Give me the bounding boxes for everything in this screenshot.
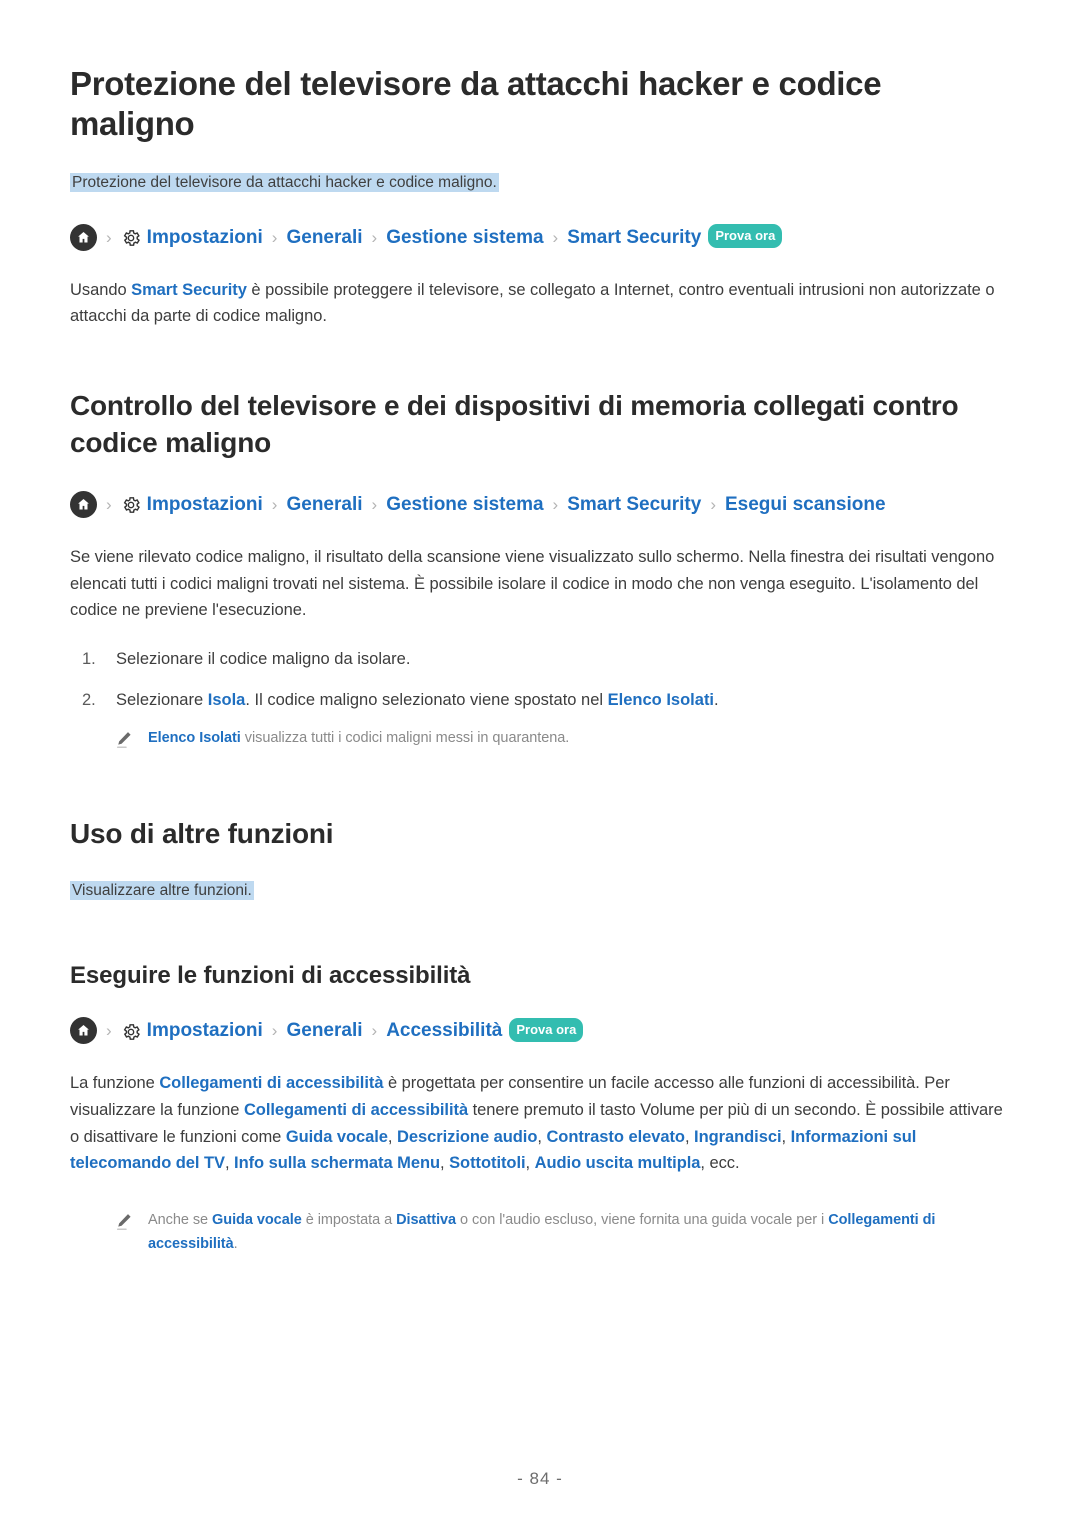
breadcrumb-separator-icon: › [271,1021,278,1041]
note-text: Elenco Isolati visualizza tutti i codici… [148,727,569,750]
breadcrumb-esegui-scansione[interactable]: › Impostazioni › Generali › Gestione sis… [70,490,1010,518]
breadcrumb-separator-icon: › [371,1021,378,1041]
list-item-text: Selezionare il codice maligno da isolare… [116,650,411,669]
paragraph-text-fragment: , [525,1154,535,1173]
breadcrumb-separator-icon: › [106,227,112,247]
note-text-fragment: o con l'audio escluso, viene fornita una… [456,1212,829,1229]
section-title-uso-altre-funzioni: Uso di altre funzioni [70,818,334,850]
home-icon[interactable] [70,223,97,251]
breadcrumb-item-gestione-sistema[interactable]: Gestione sistema [386,228,543,247]
list-marker: 2. [82,690,96,709]
link-isola[interactable]: Isola [208,691,246,709]
list-item-text-fragment: . [714,690,719,709]
note-text-fragment: . [233,1235,238,1252]
link-collegamenti-di-accessibilita[interactable]: Collegamenti di accessibilità [244,1101,468,1119]
manual-page: Protezione del televisore da attacchi ha… [0,0,1080,1527]
breadcrumb-separator-icon: › [371,227,378,247]
link-collegamenti-di-accessibilita[interactable]: Collegamenti di accessibilità [159,1074,383,1092]
paragraph-text-fragment: La funzione [70,1074,160,1093]
breadcrumb-separator-icon: › [552,227,559,247]
list-item-text-fragment: Selezionare [116,690,208,709]
breadcrumb-accessibilita[interactable]: › Impostazioni › Generali › Accessibilit… [70,1017,1010,1045]
breadcrumb-item-gestione-sistema[interactable]: Gestione sistema [386,495,543,514]
search-highlight-1: Protezione del televisore da attacchi ha… [70,172,499,192]
breadcrumb-separator-icon: › [271,227,278,247]
paragraph-text-fragment: , [684,1127,695,1146]
home-icon[interactable] [70,490,97,518]
steps-list: 1. Selezionare il codice maligno da isol… [70,646,1010,713]
paragraph-text-fragment: , [224,1154,235,1173]
gear-icon [121,228,142,249]
link-ingrandisci[interactable]: Ingrandisci [694,1128,782,1146]
link-disattiva[interactable]: Disattiva [396,1212,456,1228]
paragraph-accessibilita: La funzione Collegamenti di accessibilit… [70,1070,1010,1177]
breadcrumb-item-impostazioni[interactable]: Impostazioni [147,1021,263,1040]
paragraph-scansione: Se viene rilevato codice maligno, il ris… [70,547,995,620]
breadcrumb-smart-security[interactable]: › Impostazioni › Generali › Gestione sis… [70,223,1010,251]
link-contrasto-elevato[interactable]: Contrasto elevato [546,1128,685,1146]
paragraph-text-fragment: , [440,1154,450,1173]
breadcrumb-item-generali[interactable]: Generali [286,1021,362,1040]
section-title-controllo: Controllo del televisore e dei dispositi… [70,390,959,458]
paragraph-text-fragment: , ecc. [700,1154,740,1173]
link-guida-vocale[interactable]: Guida vocale [212,1212,302,1228]
link-descrizione-audio[interactable]: Descrizione audio [397,1128,537,1146]
link-audio-uscita-multipla[interactable]: Audio uscita multipla [535,1154,701,1172]
list-item: 2. Selezionare Isola. Il codice maligno … [70,687,1010,713]
note-text-fragment: è impostata a [301,1212,397,1229]
link-elenco-isolati[interactable]: Elenco Isolati [608,691,714,709]
breadcrumb-separator-icon: › [371,494,378,514]
note-text-fragment: Anche se [148,1212,213,1229]
gear-icon [121,1021,142,1042]
link-guida-vocale[interactable]: Guida vocale [286,1128,388,1146]
breadcrumb-item-generali[interactable]: Generali [286,495,362,514]
try-now-badge[interactable]: Prova ora [509,1017,584,1042]
paragraph-smart-security: Usando Smart Security è possibile proteg… [70,277,1010,330]
section-title-accessibilita: Eseguire le funzioni di accessibilità [70,962,471,990]
list-item: 1. Selezionare il codice maligno da isol… [70,646,1010,672]
pencil-icon [114,730,134,750]
link-info-sulla-schermata-menu[interactable]: Info sulla schermata Menu [234,1154,440,1172]
paragraph-text-fragment: , [781,1127,791,1146]
gear-icon [121,495,142,516]
try-now-badge[interactable]: Prova ora [708,224,783,249]
note-text-fragment: visualizza tutti i codici maligni messi … [240,729,570,746]
note-elenco-isolati: Elenco Isolati visualizza tutti i codici… [70,727,1010,750]
page-title: Protezione del televisore da attacchi ha… [70,65,882,143]
list-marker: 1. [82,650,96,669]
breadcrumb-item-accessibilita[interactable]: Accessibilità [386,1021,502,1040]
breadcrumb-item-esegui-scansione[interactable]: Esegui scansione [725,495,886,514]
paragraph-text-before: Usando [70,280,132,299]
breadcrumb-item-impostazioni[interactable]: Impostazioni [147,495,263,514]
search-highlight-2: Visualizzare altre funzioni. [70,880,254,900]
pencil-icon [114,1212,134,1232]
breadcrumb-separator-icon: › [552,494,559,514]
breadcrumb-item-generali[interactable]: Generali [286,228,362,247]
breadcrumb-separator-icon: › [106,1021,112,1041]
list-item-text-fragment: . Il codice maligno selezionato viene sp… [245,690,608,709]
link-smart-security[interactable]: Smart Security [131,281,247,299]
breadcrumb-separator-icon: › [710,494,716,514]
breadcrumb-separator-icon: › [106,494,112,514]
page-number: - 84 - [517,1469,563,1488]
paragraph-text-fragment: , [387,1127,397,1146]
breadcrumb-item-impostazioni[interactable]: Impostazioni [147,228,263,247]
home-icon[interactable] [70,1017,97,1045]
breadcrumb-separator-icon: › [271,494,278,514]
list-item-text: Selezionare Isola. Il codice maligno sel… [116,691,719,709]
note-text: Anche se Guida vocale è impostata a Disa… [148,1209,1010,1256]
link-sottotitoli[interactable]: Sottotitoli [449,1154,525,1172]
breadcrumb-item-smart-security[interactable]: Smart Security [567,228,701,247]
link-elenco-isolati[interactable]: Elenco Isolati [148,730,241,746]
note-guida-vocale: Anche se Guida vocale è impostata a Disa… [70,1209,1010,1256]
breadcrumb-item-smart-security[interactable]: Smart Security [567,495,701,514]
